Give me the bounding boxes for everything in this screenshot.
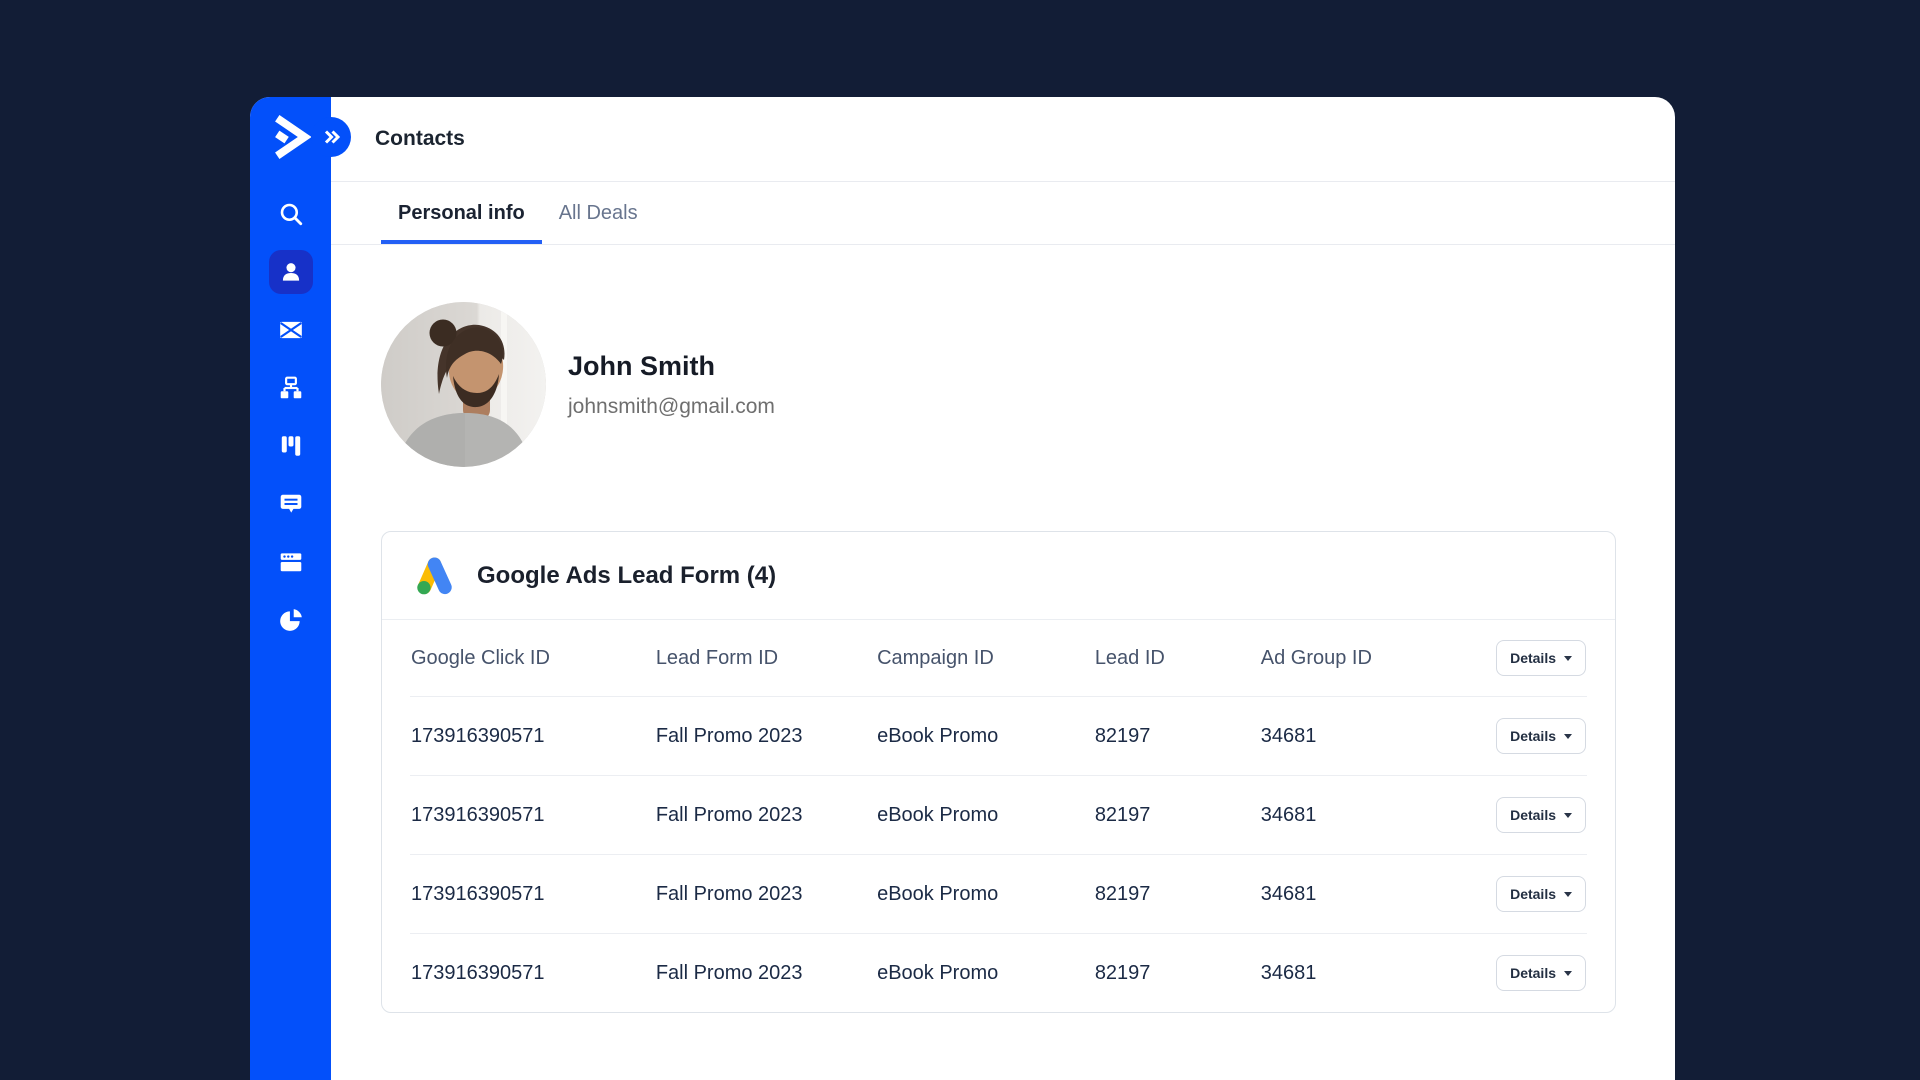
chat-icon xyxy=(278,491,304,517)
lead-cell: eBook Promo xyxy=(876,934,1094,1013)
row-details-button[interactable]: Details xyxy=(1496,718,1586,754)
lead-table-header-row: Google Click IDLead Form IDCampaign IDLe… xyxy=(410,620,1587,697)
row-details-cell: Details xyxy=(1475,776,1587,855)
lead-cell: 82197 xyxy=(1094,697,1260,776)
lead-table-body: 173916390571Fall Promo 2023eBook Promo82… xyxy=(410,697,1587,1013)
activecampaign-logo xyxy=(265,111,317,163)
sidebar-item-deals[interactable] xyxy=(269,424,313,468)
row-details-button[interactable]: Details xyxy=(1496,797,1586,833)
sidebar-nav xyxy=(269,192,313,642)
sidebar-item-campaigns[interactable] xyxy=(269,308,313,352)
top-header: Contacts xyxy=(331,97,1675,182)
sidebar xyxy=(250,97,331,1080)
sidebar-item-conversations[interactable] xyxy=(269,482,313,526)
tab-all-deals[interactable]: All Deals xyxy=(542,182,655,244)
column-header: Lead Form ID xyxy=(655,620,876,697)
sidebar-item-forms[interactable] xyxy=(269,540,313,584)
lead-cell: Fall Promo 2023 xyxy=(655,697,876,776)
lead-row: 173916390571Fall Promo 2023eBook Promo82… xyxy=(410,855,1587,934)
column-header: Lead ID xyxy=(1094,620,1260,697)
sidebar-item-search[interactable] xyxy=(269,192,313,236)
column-header: Google Click ID xyxy=(410,620,655,697)
details-label: Details xyxy=(1510,965,1556,981)
reports-icon xyxy=(278,607,304,633)
kanban-icon xyxy=(278,433,304,459)
caret-down-icon xyxy=(1564,971,1572,976)
lead-cell: 34681 xyxy=(1260,697,1475,776)
card-header: Google Ads Lead Form (4) xyxy=(382,532,1615,620)
lead-cell: 34681 xyxy=(1260,934,1475,1013)
lead-cell: 173916390571 xyxy=(410,934,655,1013)
lead-cell: Fall Promo 2023 xyxy=(655,855,876,934)
contact-email: johnsmith@gmail.com xyxy=(568,395,775,419)
lead-cell: Fall Promo 2023 xyxy=(655,934,876,1013)
google-ads-lead-form-card: Google Ads Lead Form (4) Google Click ID… xyxy=(381,531,1616,1013)
lead-cell: 82197 xyxy=(1094,855,1260,934)
row-details-cell: Details xyxy=(1475,855,1587,934)
desktop-background: Contacts Personal info All Deals xyxy=(0,0,1920,1080)
sidebar-expand-button[interactable] xyxy=(311,117,351,157)
app-window: Contacts Personal info All Deals xyxy=(250,97,1675,1080)
activecampaign-logo-icon xyxy=(266,112,316,162)
google-ads-logo-icon xyxy=(410,553,459,598)
column-header: Ad Group ID xyxy=(1260,620,1475,697)
lead-cell: 173916390571 xyxy=(410,776,655,855)
details-label: Details xyxy=(1510,886,1556,902)
header-details-button[interactable]: Details xyxy=(1496,640,1586,676)
contact-identity: John Smith johnsmith@gmail.com xyxy=(568,351,775,419)
lead-row: 173916390571Fall Promo 2023eBook Promo82… xyxy=(410,776,1587,855)
caret-down-icon xyxy=(1564,892,1572,897)
card-title: Google Ads Lead Form (4) xyxy=(477,562,776,590)
row-details-button[interactable]: Details xyxy=(1496,876,1586,912)
column-header: Campaign ID xyxy=(876,620,1094,697)
content-area: John Smith johnsmith@gmail.com Google Ad… xyxy=(331,245,1675,1080)
contact-icon xyxy=(278,259,304,285)
lead-cell: 34681 xyxy=(1260,776,1475,855)
mail-icon xyxy=(278,317,304,343)
main-panel: Contacts Personal info All Deals xyxy=(331,97,1675,1080)
contact-profile: John Smith johnsmith@gmail.com xyxy=(381,302,1616,467)
row-details-button[interactable]: Details xyxy=(1496,955,1586,991)
tab-personal-info[interactable]: Personal info xyxy=(381,182,542,244)
sidebar-item-reports[interactable] xyxy=(269,598,313,642)
lead-cell: 82197 xyxy=(1094,934,1260,1013)
details-label: Details xyxy=(1510,650,1556,666)
avatar-photo xyxy=(381,302,546,467)
details-label: Details xyxy=(1510,728,1556,744)
lead-row: 173916390571Fall Promo 2023eBook Promo82… xyxy=(410,697,1587,776)
lead-cell: eBook Promo xyxy=(876,855,1094,934)
tab-bar: Personal info All Deals xyxy=(331,182,1675,245)
contact-name: John Smith xyxy=(568,351,775,382)
lead-cell: 173916390571 xyxy=(410,855,655,934)
lead-cell: eBook Promo xyxy=(876,776,1094,855)
header-details-cell: Details xyxy=(1475,620,1587,697)
row-details-cell: Details xyxy=(1475,934,1587,1013)
lead-cell: eBook Promo xyxy=(876,697,1094,776)
lead-row: 173916390571Fall Promo 2023eBook Promo82… xyxy=(410,934,1587,1013)
avatar xyxy=(381,302,546,467)
lead-cell: 82197 xyxy=(1094,776,1260,855)
lead-table-wrapper: Google Click IDLead Form IDCampaign IDLe… xyxy=(382,620,1615,1012)
lead-table: Google Click IDLead Form IDCampaign IDLe… xyxy=(410,620,1587,1012)
details-label: Details xyxy=(1510,807,1556,823)
double-chevron-right-icon xyxy=(319,125,343,149)
caret-down-icon xyxy=(1564,656,1572,661)
sidebar-item-contacts[interactable] xyxy=(269,250,313,294)
lead-cell: Fall Promo 2023 xyxy=(655,776,876,855)
sidebar-item-automations[interactable] xyxy=(269,366,313,410)
caret-down-icon xyxy=(1564,813,1572,818)
caret-down-icon xyxy=(1564,734,1572,739)
forms-icon xyxy=(278,549,304,575)
lead-cell: 173916390571 xyxy=(410,697,655,776)
row-details-cell: Details xyxy=(1475,697,1587,776)
automation-icon xyxy=(278,375,304,401)
lead-cell: 34681 xyxy=(1260,855,1475,934)
search-icon xyxy=(278,201,304,227)
page-title: Contacts xyxy=(375,127,465,151)
